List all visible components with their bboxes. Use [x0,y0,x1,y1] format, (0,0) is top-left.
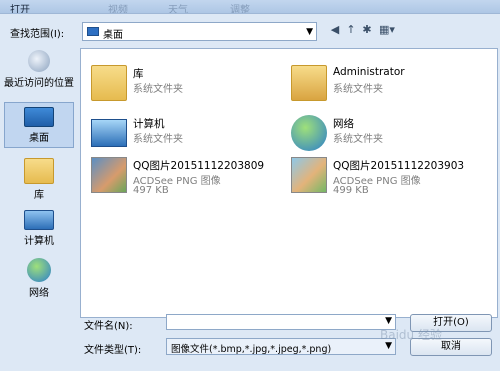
file-name: 库 [133,68,144,80]
places-bar: 最近访问的位置 桌面 库 计算机 网络 [0,46,78,371]
image-thumbnail-icon [291,157,327,193]
recent-places-icon [28,50,50,72]
file-size: 497 KB [133,185,169,196]
libraries-icon [24,158,54,184]
place-label: 网络 [29,288,49,299]
chevron-down-icon[interactable]: ▼ [385,316,392,326]
watermark: Baidu 经验 [380,328,442,342]
lookin-combo[interactable]: 桌面 ▼ [82,22,317,41]
network-icon [291,115,327,151]
file-name: 网络 [333,118,354,130]
place-label: 最近访问的位置 [4,78,74,89]
computer-icon [91,119,127,147]
chevron-down-icon[interactable]: ▼ [306,27,313,37]
file-type: 系统文件夹 [133,134,183,145]
up-folder-icon[interactable]: ↑ [344,23,358,37]
computer-icon [24,210,54,230]
file-name: Administrator [333,66,405,78]
filename-label: 文件名(N): [84,321,133,332]
file-item[interactable]: 计算机 系统文件夹 [85,113,285,157]
place-network[interactable]: 网络 [4,258,74,302]
place-recent[interactable]: 最近访问的位置 [4,50,74,98]
new-folder-icon[interactable]: ✱ [360,23,374,37]
user-folder-icon [291,65,327,101]
filetype-select[interactable]: 图像文件(*.bmp,*.jpg,*.jpeg,*.png) ▼ [166,338,396,355]
image-thumbnail-icon [91,157,127,193]
file-name: 计算机 [133,118,165,130]
file-item[interactable]: QQ图片20151112203809 ACDSee PNG 图像 497 KB [85,155,285,199]
filetype-label: 文件类型(T): [84,345,142,356]
file-list: 库 系统文件夹 Administrator 系统文件夹 计算机 系统文件夹 网络… [80,48,498,318]
file-item[interactable]: 库 系统文件夹 [85,63,285,107]
file-item[interactable]: 网络 系统文件夹 [285,113,485,157]
back-icon[interactable]: ◀ [328,23,342,37]
filetype-value: 图像文件(*.bmp,*.jpg,*.jpeg,*.png) [171,344,332,355]
place-computer[interactable]: 计算机 [4,210,74,254]
desktop-small-icon [87,27,99,36]
filename-input[interactable]: ▼ [166,314,396,330]
file-name: QQ图片20151112203903 [333,160,465,172]
place-label: 桌面 [29,133,49,144]
view-menu-icon[interactable]: ▦▾ [376,23,398,37]
place-libraries[interactable]: 库 [4,158,74,202]
open-dialog: 查找范围(I): 桌面 ▼ ◀ ↑ ✱ ▦▾ 最近访问的位置 桌面 库 计算机 … [0,13,500,371]
place-desktop[interactable]: 桌面 [4,102,74,148]
desktop-icon [24,107,54,127]
place-label: 库 [34,190,44,201]
file-item[interactable]: Administrator 系统文件夹 [285,63,485,107]
place-label: 计算机 [24,236,54,247]
file-name: QQ图片20151112203809 [133,160,265,172]
file-type: 系统文件夹 [333,134,383,145]
lookin-label: 查找范围(I): [10,29,65,40]
file-item[interactable]: QQ图片20151112203903 ACDSee PNG 图像 499 KB [285,155,485,199]
lookin-value: 桌面 [103,30,123,41]
network-icon [27,258,51,282]
file-size: 499 KB [333,185,369,196]
library-folder-icon [91,65,127,101]
file-type: 系统文件夹 [133,84,183,95]
file-type: 系统文件夹 [333,84,383,95]
